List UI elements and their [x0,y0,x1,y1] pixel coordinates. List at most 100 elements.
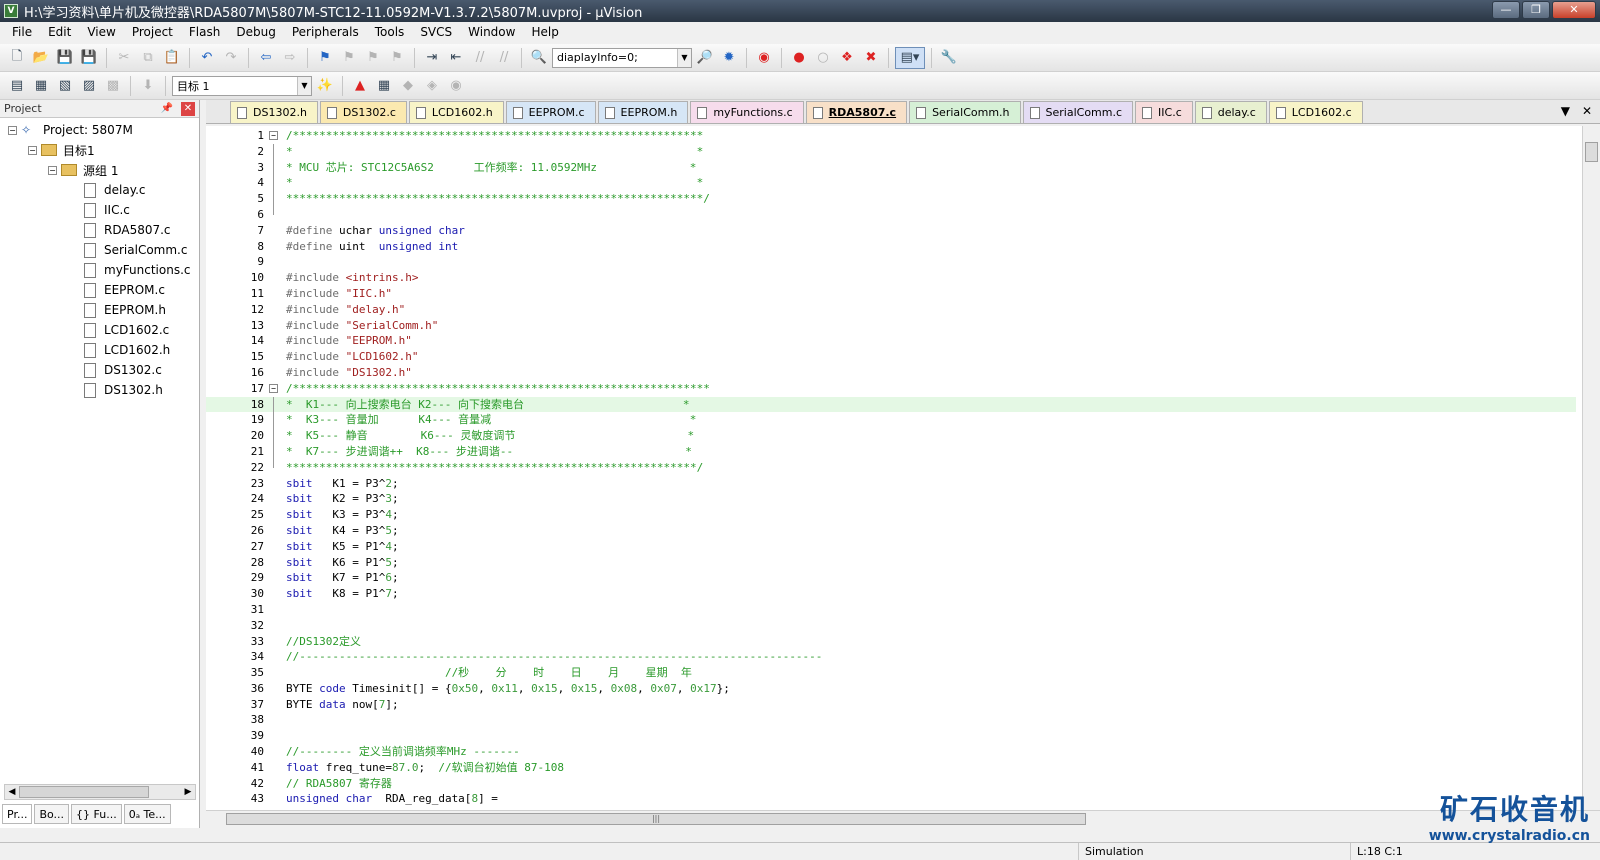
incremental-find-icon[interactable]: ✹ [718,47,740,69]
collapse-icon[interactable]: − [48,165,57,175]
unindent-icon[interactable]: ⇤ [445,47,467,69]
menu-svcs[interactable]: SVCS [412,22,460,42]
batch-build-icon[interactable]: ▨ [78,75,100,97]
editor-hscrollbar[interactable]: ||| [206,810,1600,826]
code-line[interactable]: 28 sbit K6 = P1^5; [206,555,1576,571]
code-line[interactable]: 22 **************************************… [206,459,1576,476]
menu-flash[interactable]: Flash [181,22,228,42]
code-line[interactable]: 5 ***************************************… [206,191,1576,207]
redo-icon[interactable]: ↷ [220,47,242,69]
tree-file-eeprom-c[interactable]: EEPROM.c [0,280,199,300]
cut-icon[interactable]: ✂ [113,47,135,69]
manage-project-items-icon[interactable]: ▲ [349,75,371,97]
tree-file-iic-c[interactable]: IIC.c [0,200,199,220]
code-line[interactable]: 25 sbit K3 = P3^4; [206,507,1576,523]
code-line[interactable]: 7 #define uchar unsigned char [206,223,1576,239]
code-line[interactable]: 10 #include <intrins.h> [206,270,1576,286]
download-icon[interactable]: ⬇ [137,75,159,97]
save-icon[interactable]: 💾 [54,47,76,69]
tab-list-icon[interactable]: ▼ [1561,104,1570,118]
code-line[interactable]: 21 * K7--- 步进调谐++ K8--- 步进调谐-- * [206,443,1576,460]
fold-toggle-icon[interactable]: − [269,383,278,393]
tab-iic-c[interactable]: IIC.c [1135,101,1193,123]
scroll-thumb[interactable] [1585,142,1598,162]
code-line[interactable]: 34 //------------------------------------… [206,649,1576,665]
tab-functions[interactable]: {} Fu... [71,804,122,824]
code-line[interactable]: 30 sbit K8 = P1^7; [206,586,1576,602]
maximize-button[interactable]: ❐ [1522,1,1550,19]
tree-file-lcd1602-c[interactable]: LCD1602.c [0,320,199,340]
tab-lcd1602-h[interactable]: LCD1602.h [408,101,504,123]
menu-window[interactable]: Window [460,22,523,42]
undo-icon[interactable]: ↶ [196,47,218,69]
tree-file-eeprom-h[interactable]: EEPROM.h [0,300,199,320]
prev-bookmark-icon[interactable]: ⚑ [338,47,360,69]
chevron-down-icon[interactable]: ▼ [677,48,691,67]
code-line[interactable]: 36 BYTE code Timesinit[] = {0x50, 0x11, 0… [206,681,1576,697]
clear-bookmarks-icon[interactable]: ⚑ [386,47,408,69]
code-line[interactable]: 2 * * [206,143,1576,160]
save-all-icon[interactable]: 💾 [78,47,100,69]
code-line[interactable]: 31 [206,602,1576,618]
collapse-icon[interactable]: − [8,125,17,135]
target-combo[interactable]: 目标 1 ▼ [172,75,312,96]
tree-file-myfunctions-c[interactable]: myFunctions.c [0,260,199,280]
open-folder-icon[interactable]: 📂 [30,47,52,69]
code-line[interactable]: 4 * * [206,175,1576,192]
code-line[interactable]: 23 sbit K1 = P3^2; [206,476,1576,492]
tab-serialcomm-c[interactable]: SerialComm.c [1022,101,1134,123]
code-line[interactable]: 32 [206,618,1576,634]
code-line[interactable]: 6 [206,206,1576,223]
tree-file-lcd1602-h[interactable]: LCD1602.h [0,340,199,360]
tree-file-ds1302-c[interactable]: DS1302.c [0,360,199,380]
tab-lcd1602-c[interactable]: LCD1602.c [1268,101,1363,123]
tab-serialcomm-h[interactable]: SerialComm.h [909,101,1021,123]
menu-view[interactable]: View [79,22,123,42]
code-line[interactable]: 35 //秒 分 时 日 月 星期 年 [206,665,1576,681]
select-packs-icon[interactable]: ◆ [397,75,419,97]
tab-ds1302-h[interactable]: DS1302.h [230,101,318,123]
tree-file-delay-c[interactable]: delay.c [0,180,199,200]
menu-edit[interactable]: Edit [40,22,79,42]
paste-icon[interactable]: 📋 [161,47,183,69]
code-line[interactable]: 39 [206,728,1576,744]
fold-toggle-icon[interactable]: − [269,131,278,140]
code-line[interactable]: 40 //-------- 定义当前调谐频率MHz ------- [206,744,1576,760]
scroll-thumb[interactable] [19,786,149,798]
menu-debug[interactable]: Debug [228,22,283,42]
close-tab-icon[interactable]: ✕ [1582,104,1592,118]
code-line[interactable]: 15 #include "LCD1602.h" [206,349,1576,365]
manage-components-icon[interactable]: ▦ [373,75,395,97]
menu-file[interactable]: File [4,22,40,42]
code-line[interactable]: 24 sbit K2 = P3^3; [206,491,1576,507]
code-line[interactable]: 8 #define uint unsigned int [206,239,1576,255]
minimize-button[interactable]: — [1492,1,1520,19]
navigate-back-icon[interactable]: ⇦ [255,47,277,69]
close-pane-icon[interactable]: ✕ [181,101,195,116]
code-line[interactable]: 3 * MCU 芯片: STC12C5A6S2 工作频率: 11.0592MHz … [206,159,1576,176]
code-line[interactable]: 33 //DS1302定义 [206,634,1576,650]
code-line[interactable]: 14 #include "EEPROM.h" [206,333,1576,349]
tree-group[interactable]: − 源组 1 [0,160,199,180]
tab-eeprom-h[interactable]: EEPROM.h [597,101,689,123]
navigate-forward-icon[interactable]: ⇨ [279,47,301,69]
tab-books[interactable]: Bo... [34,804,70,824]
bookmark-icon[interactable]: ⚑ [314,47,336,69]
scroll-thumb[interactable]: ||| [226,813,1086,825]
rte-icon[interactable]: ◉ [445,75,467,97]
find-icon[interactable]: 🔎 [694,47,716,69]
kill-all-breakpoints-icon[interactable]: ✖ [860,47,882,69]
tree-file-serialcomm-c[interactable]: SerialComm.c [0,240,199,260]
code-line[interactable]: 37 BYTE data now[7]; [206,697,1576,713]
tab-myfunctions-c[interactable]: myFunctions.c [690,101,804,123]
code-line[interactable]: 20 * K5--- 静音 K6--- 灵敏度调节 * [206,428,1576,444]
menu-tools[interactable]: Tools [367,22,413,42]
debug-session-icon[interactable]: ◉ [753,47,775,69]
code-line[interactable]: 13 #include "SerialComm.h" [206,318,1576,334]
tab-ds1302-c[interactable]: DS1302.c [319,101,407,123]
tree-root[interactable]: − ✧ Project: 5807M [0,120,199,140]
copy-icon[interactable]: ⧉ [137,47,159,69]
next-bookmark-icon[interactable]: ⚑ [362,47,384,69]
menu-help[interactable]: Help [523,22,566,42]
uncomment-icon[interactable]: // [493,47,515,69]
